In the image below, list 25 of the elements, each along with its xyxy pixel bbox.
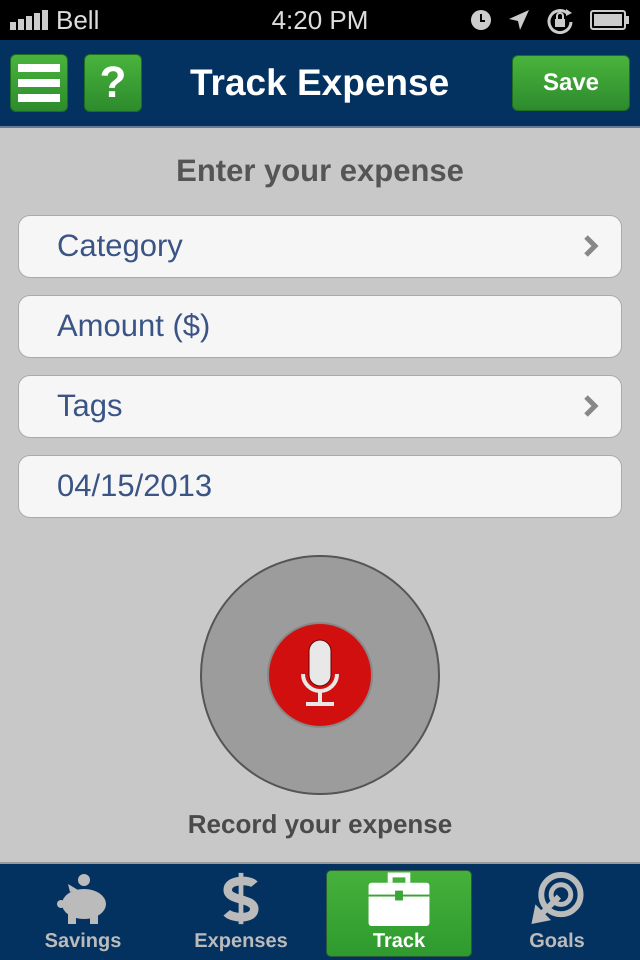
battery-icon [590,10,630,30]
tab-button[interactable]: Expenses [168,870,314,957]
chevron-icon [583,234,599,258]
menu-icon [18,64,60,102]
carrier-name: Bell [56,4,100,36]
tab-button[interactable]: Track [326,870,472,957]
tab-button[interactable]: Savings [10,870,156,957]
input-field[interactable]: Amount ($) [18,294,622,358]
menu-button[interactable] [10,54,68,112]
chevron-icon [583,394,599,418]
record-label: Record your expense [186,808,454,840]
target-arrow-icon [529,871,585,926]
select-field[interactable]: Category [18,214,622,278]
dollar-icon [221,871,261,926]
status-time: 4:20 PM [272,4,368,36]
input-field[interactable]: 04/15/2013 [18,454,622,518]
briefcase-icon [368,871,430,926]
save-button[interactable]: Save [512,55,630,111]
location-arrow-icon [508,9,530,31]
form-heading: Enter your expense [175,152,465,190]
clock-icon [470,9,492,31]
rotation-lock-icon [546,6,574,34]
select-field[interactable]: Tags [18,374,622,438]
screen-title: Track Expense [190,61,450,106]
tab-button[interactable]: Goals [484,870,630,957]
